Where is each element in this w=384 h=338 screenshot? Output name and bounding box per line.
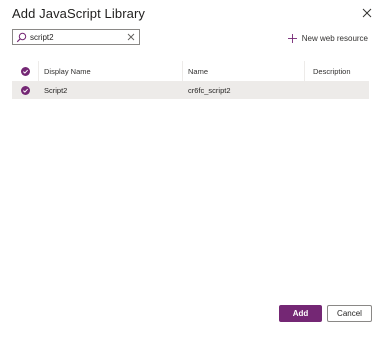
close-button[interactable] <box>360 6 374 20</box>
column-divider <box>304 61 305 81</box>
column-header-description[interactable]: Description <box>313 61 351 81</box>
new-web-resource-button[interactable]: New web resource <box>287 34 368 43</box>
clear-search-icon[interactable] <box>127 33 135 41</box>
row-display-name: Script2 <box>44 86 68 95</box>
search-input[interactable] <box>30 30 120 44</box>
plus-icon <box>287 34 297 43</box>
cancel-button[interactable]: Cancel <box>327 305 372 322</box>
column-header-name[interactable]: Name <box>188 61 208 81</box>
row-name: cr6fc_script2 <box>188 86 231 95</box>
row-checkbox[interactable] <box>12 82 38 99</box>
column-header-display-name[interactable]: Display Name <box>44 61 91 81</box>
search-box[interactable] <box>12 29 140 45</box>
search-icon <box>16 32 27 43</box>
column-divider <box>38 61 39 81</box>
checkmark-circle-icon <box>20 66 30 76</box>
column-divider <box>182 61 183 81</box>
add-javascript-library-dialog: Add JavaScript Library New web resource <box>0 0 384 338</box>
grid-header: Display Name Name Description <box>12 61 369 82</box>
library-grid: Display Name Name Description Script2 cr… <box>12 61 369 99</box>
new-web-resource-label: New web resource <box>301 34 368 43</box>
add-button[interactable]: Add <box>279 305 322 322</box>
select-all-checkbox[interactable] <box>12 61 38 81</box>
dialog-title: Add JavaScript Library <box>12 6 145 21</box>
close-icon <box>362 8 372 18</box>
checkmark-circle-icon <box>20 86 30 95</box>
table-row[interactable]: Script2 cr6fc_script2 <box>12 82 369 99</box>
